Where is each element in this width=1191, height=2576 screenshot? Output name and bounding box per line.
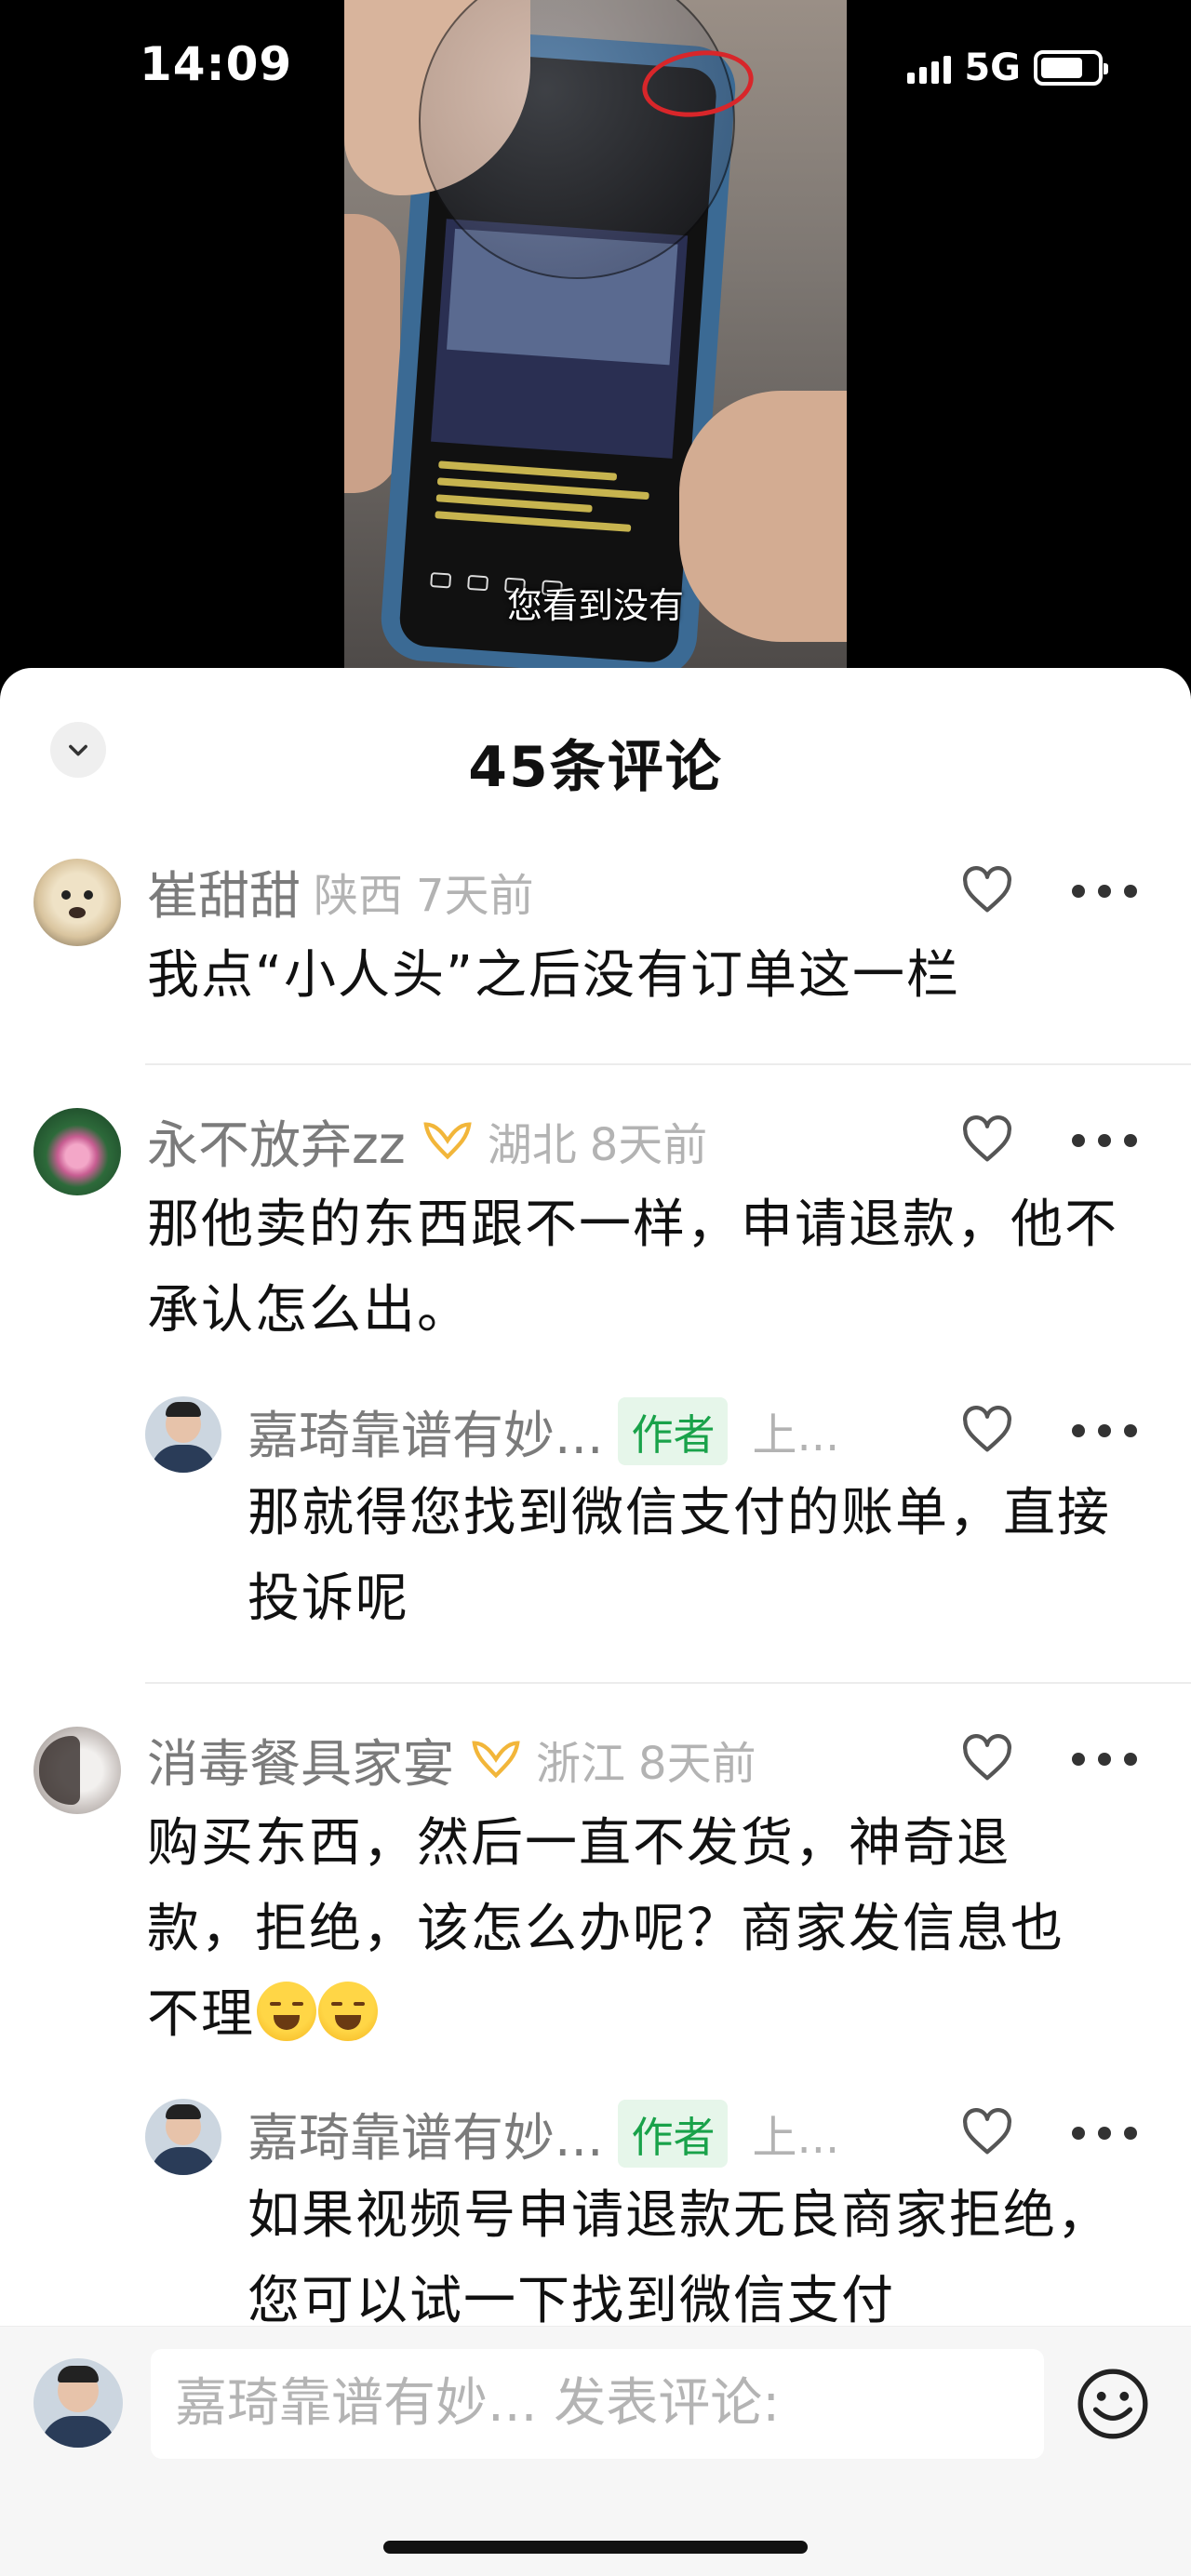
- crying-laughing-emoji-icon: [257, 1982, 316, 2041]
- comment-meta: 消毒餐具家宴 浙江 8天前: [147, 1727, 756, 1794]
- comment-time: 8天前: [638, 1738, 756, 1790]
- lotus-avatar[interactable]: [33, 1108, 121, 1195]
- heart-icon[interactable]: [960, 1406, 1014, 1454]
- reply-meta: 嘉琦靠谱有妙... 作者 上...: [248, 1396, 840, 1465]
- dog-avatar[interactable]: [33, 859, 121, 946]
- comment-username[interactable]: 崔甜甜: [147, 854, 301, 928]
- reply-username[interactable]: 嘉琦靠谱有妙...: [248, 2096, 603, 2170]
- status-bar: 14:09 5G: [0, 0, 1191, 140]
- comment-region: 浙江: [536, 1738, 626, 1790]
- more-dots-icon[interactable]: [1072, 1131, 1137, 1150]
- status-time: 14:09: [140, 37, 293, 91]
- comment-divider: [145, 1682, 1191, 1684]
- doll-avatar[interactable]: [33, 1727, 121, 1814]
- reply-text: 那就得您找到微信支付的账单，直接投诉呢: [248, 1483, 1111, 1629]
- user-avatar[interactable]: [33, 2358, 123, 2448]
- smiley-icon[interactable]: [1075, 2366, 1151, 2442]
- comment-meta: 永不放弃zz 湖北 8天前: [147, 1108, 708, 1175]
- comment-text: 我点“小人头”之后没有订单这一栏: [147, 945, 961, 1006]
- comment-text: 购买东西，然后一直不发货，神奇退款，拒绝，该怎么办呢？商家发信息也不理: [147, 1801, 1115, 2058]
- comment-input[interactable]: 嘉琦靠谱有妙... 发表评论:: [151, 2349, 1044, 2459]
- heart-icon[interactable]: [960, 866, 1014, 914]
- reply-text: 如果视频号申请退款无良商家拒绝，您可以试一下找到微信支付: [248, 2185, 1111, 2331]
- author-avatar[interactable]: [145, 1396, 221, 1473]
- more-dots-icon[interactable]: [1072, 882, 1137, 901]
- vip-badge-icon: [472, 1741, 520, 1779]
- heart-icon[interactable]: [960, 1734, 1014, 1782]
- comment-item[interactable]: 消毒餐具家宴 浙江 8天前 购买东西，然后一直不发货，神奇退款，拒绝，该怎么办呢…: [0, 1727, 1191, 2396]
- comment-region: 湖北: [487, 1119, 577, 1171]
- comment-time: 8天前: [589, 1119, 708, 1171]
- home-indicator: [383, 2541, 808, 2554]
- signal-icon: [907, 52, 952, 84]
- more-dots-icon[interactable]: [1072, 1421, 1137, 1440]
- comment-meta: 崔甜甜 陕西 7天前: [147, 859, 534, 926]
- author-badge: 作者: [618, 1396, 729, 1465]
- video-subtitle: 您看到没有: [506, 585, 684, 626]
- vip-badge-icon: [423, 1122, 472, 1160]
- comment-text: 那他卖的东西跟不一样，申请退款，他不承认怎么出。: [147, 1195, 1118, 1341]
- more-dots-icon[interactable]: [1072, 1750, 1137, 1768]
- sheet-header: 45条评论: [0, 668, 1191, 845]
- crying-laughing-emoji-icon: [318, 1982, 378, 2041]
- comment-item[interactable]: 崔甜甜 陕西 7天前 我点“小人头”之后没有订单这一栏: [0, 859, 1191, 1128]
- heart-icon[interactable]: [960, 1115, 1014, 1164]
- battery-icon: [1034, 50, 1108, 86]
- comment-username[interactable]: 永不放弃zz: [147, 1103, 406, 1178]
- comments-title: 45条评论: [468, 735, 723, 800]
- video-area[interactable]: 14:09 5G 您看到没有: [0, 0, 1191, 688]
- comment-divider: [145, 1063, 1191, 1065]
- more-dots-icon[interactable]: [1072, 2124, 1137, 2142]
- comment-region: 陕西: [314, 870, 404, 922]
- heart-icon[interactable]: [960, 2108, 1014, 2156]
- reply-username[interactable]: 嘉琦靠谱有妙...: [248, 1394, 603, 1468]
- network-label: 5G: [964, 47, 1021, 89]
- status-indicators: 5G: [907, 47, 1108, 89]
- author-avatar[interactable]: [145, 2099, 221, 2175]
- reply-time: 上...: [752, 1409, 840, 1462]
- comment-username[interactable]: 消毒餐具家宴: [147, 1722, 454, 1796]
- comment-item[interactable]: 永不放弃zz 湖北 8天前 那他卖的东西跟不一样，申请退款，他不承认怎么出。 嘉…: [0, 1108, 1191, 1685]
- comment-time: 7天前: [416, 870, 534, 922]
- reply-meta: 嘉琦靠谱有妙... 作者 上...: [248, 2099, 840, 2168]
- hand-image: [344, 214, 400, 493]
- reply-time: 上...: [752, 2112, 840, 2164]
- comments-sheet: 45条评论 崔甜甜 陕西 7天前 我点“小人头”之后没有订单这一栏 永不放弃zz…: [0, 668, 1191, 2576]
- comment-input-bar: 嘉琦靠谱有妙... 发表评论:: [0, 2326, 1191, 2576]
- author-badge: 作者: [618, 2099, 729, 2168]
